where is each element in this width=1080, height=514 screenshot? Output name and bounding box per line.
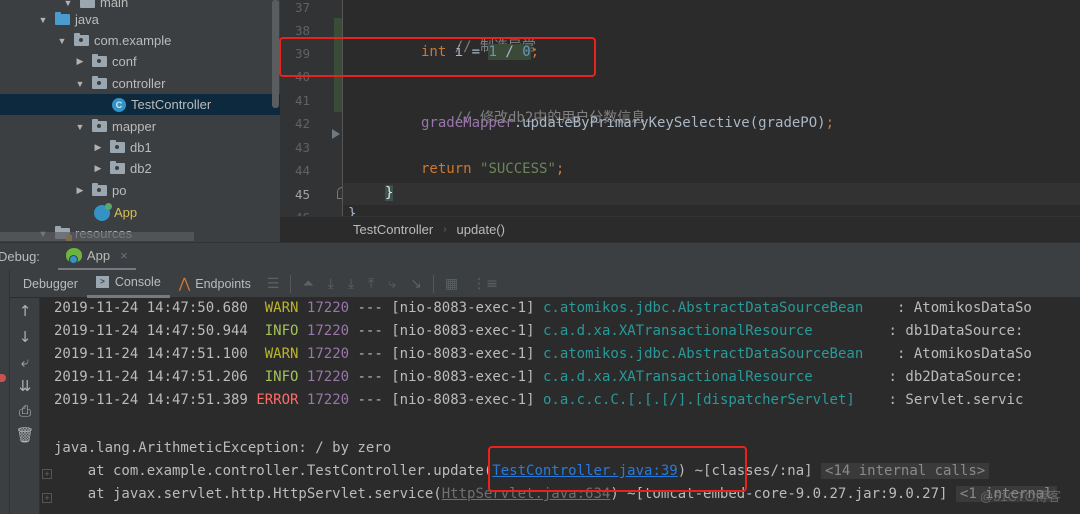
tree-item-app[interactable]: App [0,202,280,223]
show-execution-point-icon[interactable]: ⏶ [302,276,313,292]
breadcrumb-item-method[interactable]: update() [457,222,505,237]
tab-endpoints[interactable]: ⋀ Endpoints [170,270,260,298]
debug-left-strip [0,270,10,514]
line-number: 38 [294,23,310,38]
tree-vertical-scrollbar[interactable] [272,0,279,108]
package-icon [92,119,107,132]
execution-point-icon [332,129,340,139]
tree-horizontal-scrollbar[interactable] [0,232,194,241]
package-icon [110,161,125,174]
scroll-to-end-icon[interactable]: ⇊ [10,377,40,395]
log-line: 2019-11-24 14:47:50.680 WARN 17220 --- [… [54,300,1032,316]
tree-item-db1[interactable]: ▶ db1 [0,137,280,158]
debug-title: Debug: [0,249,40,264]
step-out-icon[interactable]: ⤒ [368,276,374,292]
step-into-icon[interactable]: ⤓ [348,276,354,292]
package-icon [92,54,107,67]
exception-message: java.lang.ArithmeticException: / by zero [54,440,392,456]
tree-item-conf[interactable]: ▶ conf [0,51,280,72]
debug-run-tab[interactable]: App × [57,243,136,271]
tree-item-po[interactable]: ▶ po [0,180,280,201]
code-line-42: gradeMapper.updateByPrimaryKeySelective(… [421,115,835,131]
menu-icon[interactable]: ☰ [267,276,280,292]
expand-arrow-icon[interactable]: ▼ [62,0,74,8]
collapse-arrow-icon[interactable]: ▶ [92,142,104,153]
console-output[interactable]: 2019-11-24 14:47:50.680 WARN 17220 --- [… [40,298,1080,514]
expand-arrow-icon[interactable]: ▼ [74,79,86,89]
print-icon[interactable]: ⎙ [10,402,40,420]
expand-icon[interactable]: + [42,493,52,503]
line-number: 41 [294,93,310,108]
class-icon: C [112,97,126,112]
down-arrow-icon[interactable]: ↓ [10,328,40,346]
breadcrumb: TestController › update() [280,216,1080,242]
log-line-error: 2019-11-24 14:47:51.389 ERROR 17220 --- … [54,392,1024,408]
toolbar-separator [290,274,292,293]
expand-arrow-icon[interactable]: ▼ [37,15,49,25]
package-icon [110,140,125,153]
endpoints-icon: ⋀ [178,275,191,291]
breakpoint-icon[interactable] [0,374,6,382]
tree-item-db2[interactable]: ▶ db2 [0,158,280,179]
code-line-44: return "SUCCESS"; [421,161,565,177]
close-icon[interactable]: × [120,248,128,263]
line-number: 42 [294,116,310,131]
soft-wrap-icon[interactable]: ⤶ [10,353,40,371]
expand-icon[interactable]: + [42,469,52,479]
run-to-cursor-icon[interactable]: ↘ [410,276,422,292]
tree-item-controller[interactable]: ▼ controller [0,73,280,94]
line-number: 43 [294,140,310,155]
project-tree: ▼ main ▼ java ▼ com.example ▶ conf ▼ con… [0,0,280,242]
trash-icon[interactable]: 🗑 [10,426,40,444]
package-icon [74,33,89,46]
code-line-45: } [385,185,394,201]
breadcrumb-item-class[interactable]: TestController [353,222,433,237]
debug-tool-window-header: Debug: App × [0,242,1080,271]
console-side-toolbar: ↑ ↓ ⤶ ⇊ ⎙ 🗑 [10,298,40,514]
console-icon: > [95,276,109,288]
code-line-46: } [348,206,357,216]
collapse-arrow-icon[interactable]: ▶ [92,163,104,174]
folder-icon [80,0,95,8]
collapse-arrow-icon[interactable]: ▶ [74,56,86,67]
tab-debugger[interactable]: Debugger [14,270,87,298]
highlight-annotation-box [279,37,596,77]
package-icon [92,76,107,89]
spring-boot-icon [65,248,82,264]
log-line: 2019-11-24 14:47:51.100 WARN 17220 --- [… [54,346,1032,362]
line-number: 44 [294,163,310,178]
code-editor[interactable]: 37 38 39 40 41 42 43 44 45 46 // 制造异常 in… [279,0,1080,242]
tree-item-mapper[interactable]: ▼ mapper [0,116,280,137]
tab-console[interactable]: > Console [86,270,170,298]
spring-app-icon [94,202,112,221]
evaluate-icon[interactable]: ▦ [445,276,458,292]
expand-arrow-icon[interactable]: ▼ [74,122,86,132]
up-arrow-icon[interactable]: ↑ [10,302,40,320]
package-icon [92,183,107,196]
line-number: 37 [294,0,310,15]
watermark: @51CTO博客 [980,489,1061,504]
current-line-highlight [343,183,1080,205]
debug-toolbar: Debugger > Console ⋀ Endpoints ☰ ⏶ ⤓ ⤓ ⤒… [0,270,1080,298]
collapse-arrow-icon[interactable]: ▶ [74,185,86,196]
trace-icon[interactable]: ⋮≡ [472,276,498,292]
log-line: 2019-11-24 14:47:50.944 INFO 17220 --- [… [54,323,1024,339]
highlight-annotation-box [488,446,747,492]
editor-gutter: 37 38 39 40 41 42 43 44 45 46 [280,0,347,216]
source-folder-icon [55,12,70,25]
tree-item-java[interactable]: ▼ java [0,9,280,30]
breadcrumb-separator: › [443,224,447,235]
tree-item-com-example[interactable]: ▼ com.example [0,30,280,51]
toolbar-separator [432,274,434,293]
line-number-current: 45 [294,187,310,202]
log-line: 2019-11-24 14:47:51.206 INFO 17220 --- [… [54,369,1024,385]
internal-calls-toggle[interactable]: <14 internal calls> [821,463,990,479]
expand-arrow-icon[interactable]: ▼ [56,36,68,46]
tree-item-testcontroller[interactable]: C TestController [0,94,280,115]
drop-frame-icon[interactable]: ⤷ [388,276,396,292]
step-over-icon[interactable]: ⤓ [328,276,334,292]
